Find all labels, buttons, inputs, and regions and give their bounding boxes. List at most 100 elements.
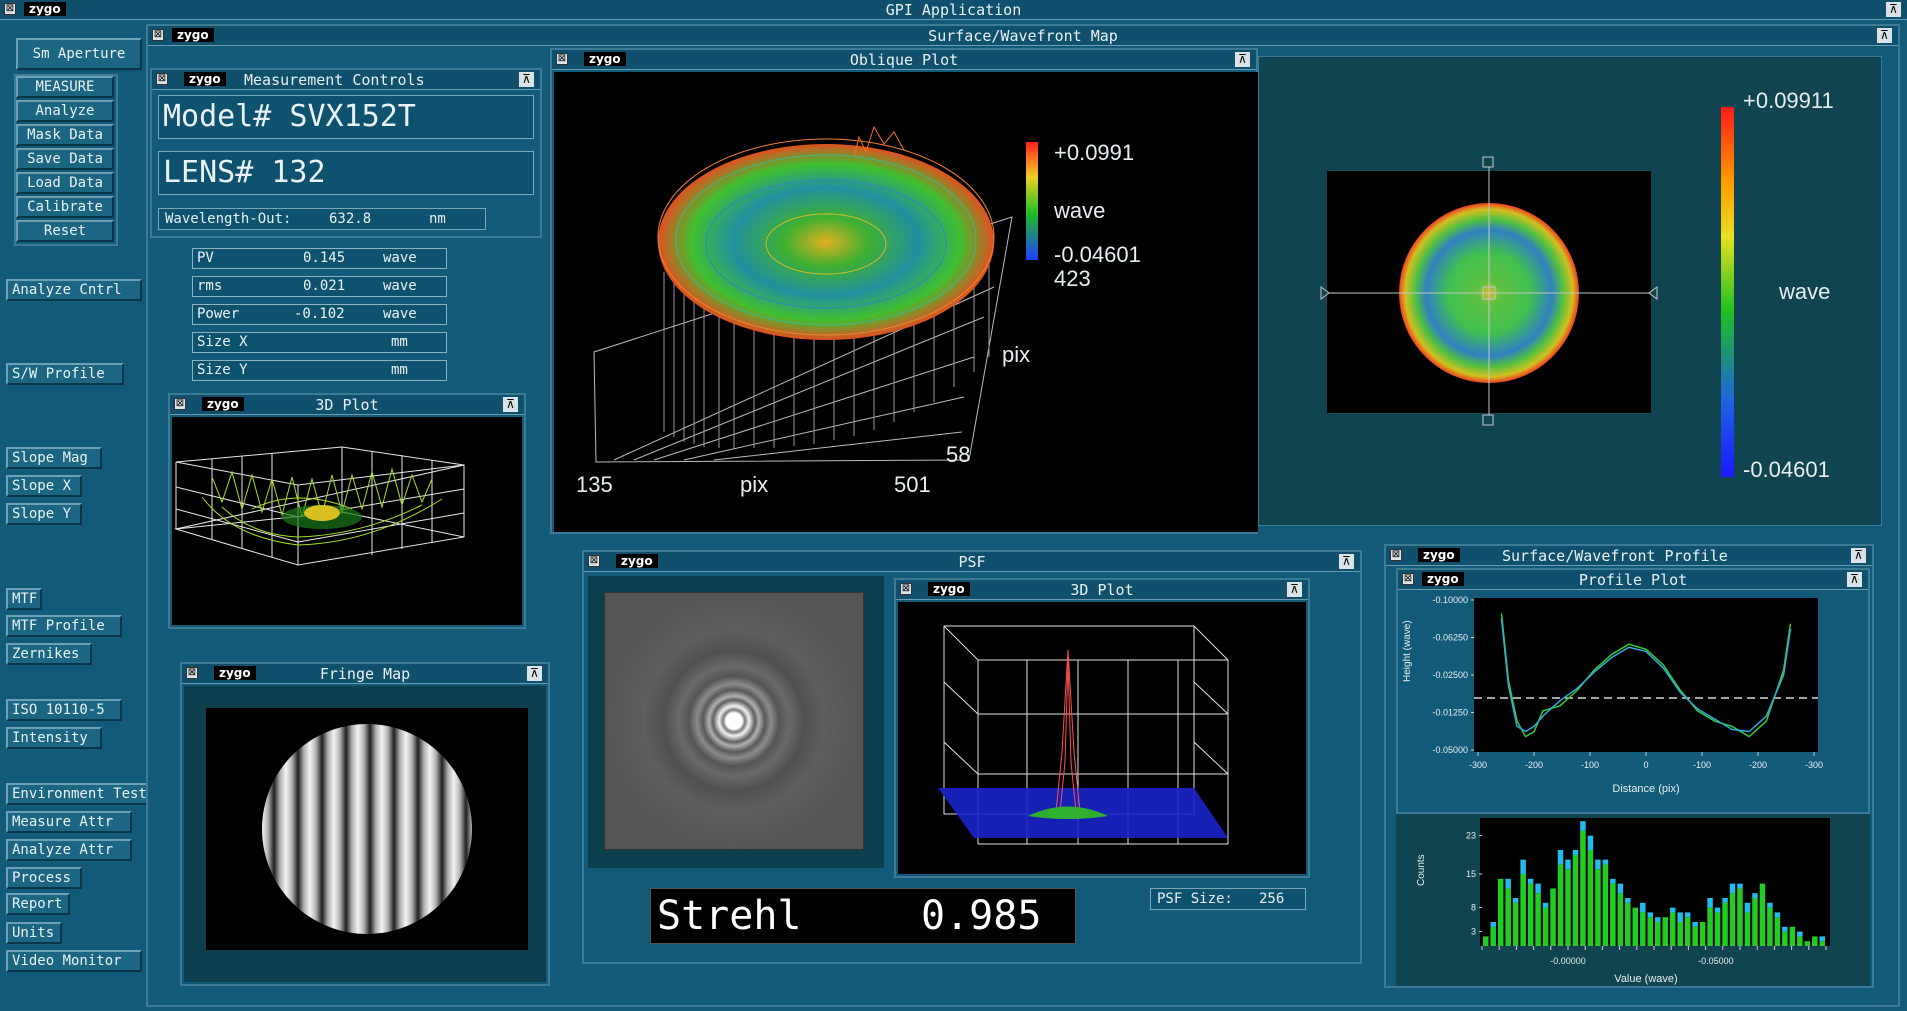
histogram-bar [1595,869,1601,946]
analyze-button[interactable]: Analyze [16,100,114,122]
surface-window-titlebar: ⊠ zygo Surface/Wavefront Map ⊼ [148,26,1898,46]
psf-size-value: 256 [1259,891,1285,907]
profile-y-tick-label: -0.02500 [1432,670,1468,680]
fringe-map-panel: ⊠ zygo Fringe Map ⊼ [180,662,550,986]
minimize-icon[interactable]: ⊼ [1847,572,1862,587]
oblique-surface [658,144,994,340]
histogram-bar-overlay [1595,859,1601,870]
video-monitor-button[interactable]: Video Monitor [6,950,142,972]
intensity-button[interactable]: Intensity [6,727,102,749]
close-icon[interactable]: ⊠ [1390,549,1402,561]
minimize-icon[interactable]: ⊼ [1886,2,1901,17]
histogram-bar-overlay [1587,835,1594,850]
minimize-icon[interactable]: ⊼ [1287,582,1302,597]
oblique-scale-count: 423 [1054,266,1091,291]
histogram-bar [1797,936,1803,946]
minimize-icon[interactable]: ⊼ [1851,548,1866,563]
histogram-bar-overlay [1520,859,1526,874]
slope-mag-button[interactable]: Slope Mag [6,447,102,469]
histogram-bar [1640,912,1646,946]
close-icon[interactable]: ⊠ [156,73,168,85]
reset-button[interactable]: Reset [16,220,114,242]
measure-attr-button[interactable]: Measure Attr [6,811,132,833]
oblique-plot-titlebar: ⊠ zygo Oblique Plot ⊼ [552,50,1256,70]
histogram-bar-overlay [1505,878,1511,889]
profile-plot-title: Profile Plot [1578,571,1688,589]
minimize-icon[interactable]: ⊼ [1235,52,1250,67]
profile-plot-titlebar: ⊠ zygo Profile Plot ⊼ [1398,570,1868,590]
measurement-controls-titlebar: ⊠ zygo Measurement Controls ⊼ [152,70,540,90]
units-button[interactable]: Units [6,922,62,944]
mask-data-button[interactable]: Mask Data [16,124,114,146]
psf-image [604,592,864,850]
histogram-bar-overlay [1819,936,1825,942]
stat-pv: PV 0.145 wave [192,248,447,269]
histogram-bar-overlay [1565,859,1571,870]
profile-plot-area [1474,598,1818,752]
histogram-bar [1759,883,1766,946]
report-button[interactable]: Report [6,893,70,915]
histogram-bar-overlay [1707,898,1713,908]
minimize-icon[interactable]: ⊼ [519,72,534,87]
lens-field: LENS# 132 [158,151,534,195]
save-data-button[interactable]: Save Data [16,148,114,170]
load-data-button[interactable]: Load Data [16,172,114,194]
histogram-bar [1565,869,1571,946]
oblique-scale-max: +0.0991 [1054,140,1134,165]
histogram-y-tick-label: 3 [1471,927,1476,937]
profile-x-tick-label: 0 [1643,760,1648,770]
profile-y-tick-label: -0.01250 [1432,708,1468,718]
histogram-bar-overlay [1542,902,1549,908]
oblique-plot-canvas: +0.0991 wave -0.04601 423 pix 58 135 pix… [554,72,1258,532]
app-title: GPI Application [885,1,1022,19]
histogram-bar [1610,883,1616,946]
measure-button[interactable]: MEASURE [16,76,114,98]
histogram-bar-overlay [1767,902,1773,908]
minimize-icon[interactable]: ⊼ [1877,28,1892,43]
minimize-icon[interactable]: ⊼ [1339,554,1354,569]
fringe-map-title: Fringe Map [319,665,411,683]
histogram-bar-overlay [1527,878,1534,884]
histogram-bar [1819,941,1825,946]
minimize-icon[interactable]: ⊼ [503,397,518,412]
small-3d-plot-panel: ⊠ zygo 3D Plot ⊼ [168,393,526,629]
histogram-bar-overlay [1490,922,1496,927]
surface-window-title: Surface/Wavefront Map [928,27,1118,45]
histogram-bar [1490,926,1496,946]
small-3d-plot-titlebar: ⊠ zygo 3D Plot ⊼ [170,395,524,415]
histogram-bar [1580,830,1586,946]
sw-profile-button[interactable]: S/W Profile [6,363,124,385]
small-3d-plot-title: 3D Plot [315,396,379,414]
oblique-scale-unit: wave [1053,198,1105,223]
histogram-bar-overlay [1752,893,1758,898]
slope-x-button[interactable]: Slope X [6,475,82,497]
oblique-plot-svg: +0.0991 wave -0.04601 423 pix 58 135 pix… [576,125,1141,497]
histogram-bar [1737,888,1743,946]
histogram-bar [1617,893,1624,946]
histogram-xlabel: Value (wave) [1614,973,1677,985]
histogram-bar [1789,926,1796,946]
iso-10110-5-button[interactable]: ISO 10110-5 [6,699,122,721]
strehl-value: 0.985 [921,893,1042,939]
minimize-icon[interactable]: ⊼ [527,666,542,681]
process-button[interactable]: Process [6,867,82,889]
calibrate-button[interactable]: Calibrate [16,196,114,218]
stat-size-x: Size Xmm [192,332,447,353]
analyze-cntrl-button[interactable]: Analyze Cntrl [6,279,142,301]
mtf-button[interactable]: MTF [6,588,42,610]
zernikes-button[interactable]: Zernikes [6,643,92,665]
mtf-profile-button[interactable]: MTF Profile [6,615,122,637]
histogram-bar [1707,907,1713,946]
histogram-bar [1722,902,1728,946]
histogram-bar-overlay [1729,883,1736,894]
histogram-y-tick-label: 15 [1466,869,1476,879]
fringe-map-canvas [206,708,528,950]
slope-y-button[interactable]: Slope Y [6,503,82,525]
aperture-button[interactable]: Sm Aperture [16,38,142,70]
histogram-y-tick-label: 8 [1471,903,1476,913]
histogram-bar-overlay [1737,883,1743,889]
analyze-attr-button[interactable]: Analyze Attr [6,839,132,861]
oblique-x-label: pix [740,472,768,497]
psf-titlebar: ⊠ zygo PSF ⊼ [584,552,1360,572]
histogram-bar-overlay [1774,912,1781,918]
